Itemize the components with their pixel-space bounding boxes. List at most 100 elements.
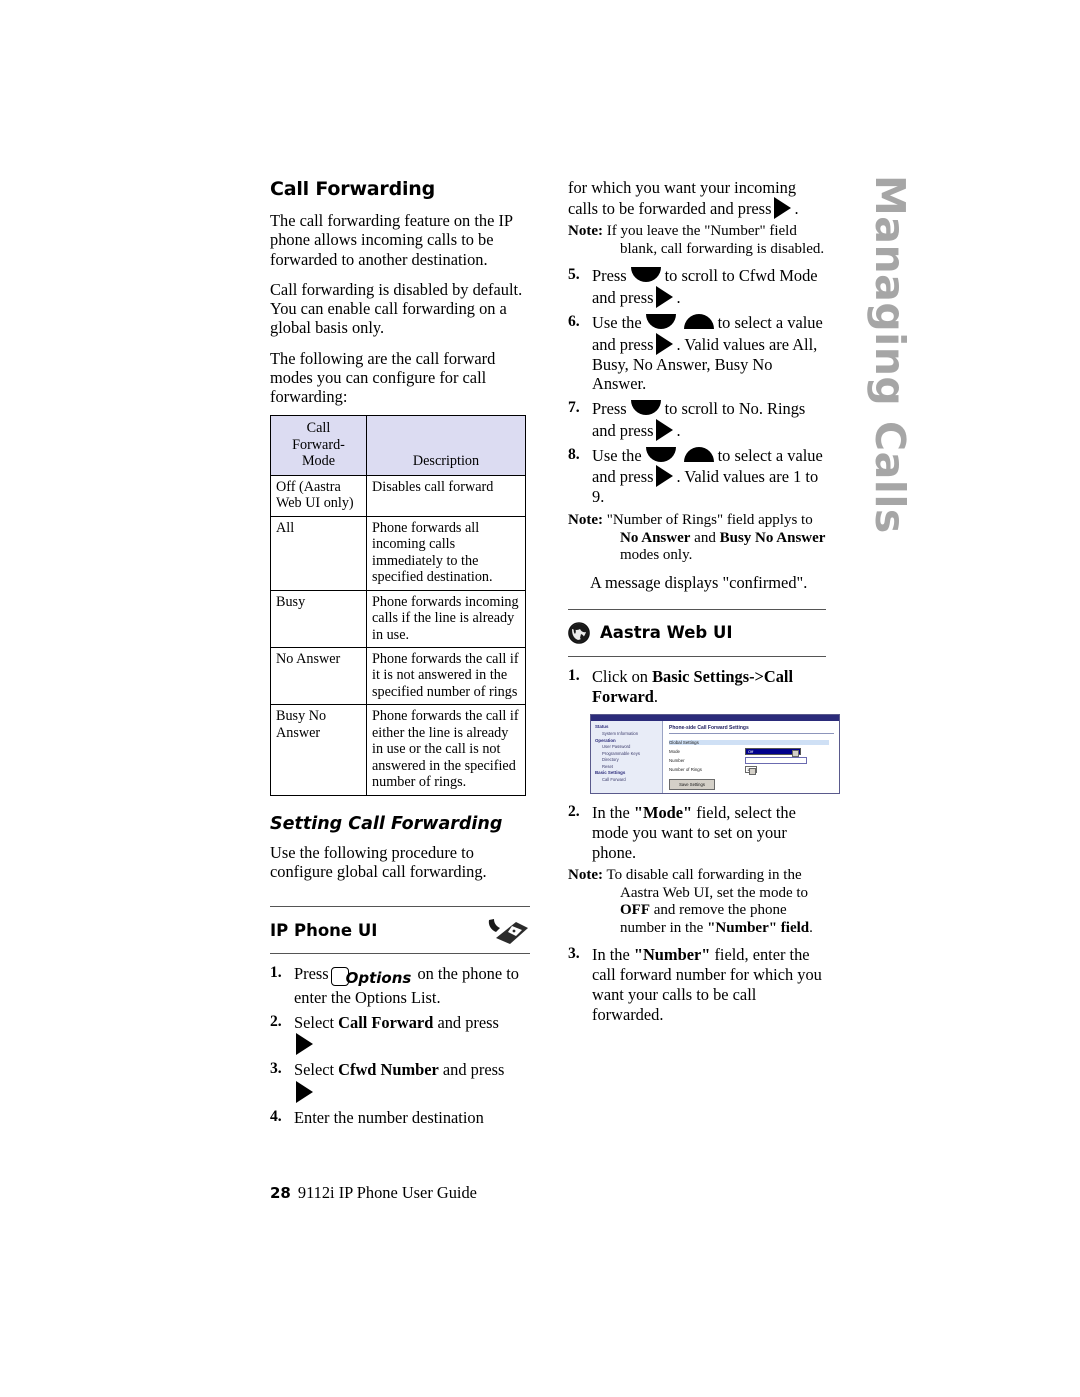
web-step-3: 3. In the "Number" field, enter the call… bbox=[568, 945, 826, 1024]
webui-sidebar: Status System Information Operation User… bbox=[591, 721, 663, 794]
step-8: 8. Use the to select a value and press. V… bbox=[568, 446, 826, 507]
ip-phone-ui-steps-continued: 5. Press to scroll to Cfwd Mode and press… bbox=[568, 266, 826, 507]
confirmation-message: A message displays "confirmed". bbox=[590, 572, 808, 592]
webui-main-panel: Phone-side Call Forward Settings Global … bbox=[664, 721, 839, 793]
options-key-glyph: Options bbox=[330, 967, 412, 988]
step-3: 3. Select Cfwd Number and press bbox=[270, 1060, 530, 1104]
header-line-3: Mode bbox=[301, 453, 336, 470]
table-row: All Phone forwards all incoming calls im… bbox=[270, 515, 526, 591]
step-text-1: Press bbox=[592, 399, 627, 419]
step-4: 4. Enter the number destination bbox=[270, 1108, 530, 1128]
ip-phone-ui-header: IP Phone UI bbox=[270, 907, 530, 953]
note-text-pre: To disable call forwarding in the Aastra… bbox=[606, 867, 809, 901]
note-bold-1: No Answer bbox=[620, 529, 691, 546]
intro-paragraph-2: Call forwarding is disabled by default. … bbox=[270, 279, 523, 338]
aastra-web-ui-steps: 1. Click on Basic Settings->Call Forward… bbox=[568, 667, 826, 706]
cell-description: Disables call forward bbox=[366, 474, 526, 517]
step-2: 2. Select Call Forward and press bbox=[270, 1013, 530, 1056]
webui-label-number-of-rings: Number of Rings bbox=[669, 767, 702, 773]
sidebar-group-basic-settings: Basic Settings bbox=[595, 770, 626, 776]
note-bold-1: OFF bbox=[620, 902, 650, 919]
chapter-tab: Managing Calls bbox=[866, 175, 914, 534]
note-bold-2: Busy No Answer bbox=[719, 529, 826, 546]
aastra-web-ui-steps-continued: 2. In the "Mode" field, select the mode … bbox=[568, 803, 826, 862]
step-bold-term: "Mode" bbox=[633, 803, 693, 823]
step-number: 1. bbox=[270, 964, 282, 982]
aastra-web-ui-header: Aastra Web UI bbox=[568, 610, 826, 656]
webui-label-mode: Mode bbox=[669, 749, 680, 755]
note-3: Note: To disable call forwarding in the … bbox=[568, 867, 826, 937]
webui-input-number[interactable] bbox=[745, 757, 807, 765]
note-text-post: . bbox=[809, 919, 813, 936]
options-key-label: Options bbox=[345, 969, 412, 988]
webui-row-mode: Mode Off bbox=[669, 747, 834, 757]
right-column: for which you want your incoming calls t… bbox=[568, 178, 840, 1029]
note-2: Note: "Number of Rings" field applys to … bbox=[568, 512, 826, 565]
step-7: 7. Press to scroll to No. Rings and press… bbox=[568, 399, 826, 441]
step-text-post: and press bbox=[437, 1012, 499, 1032]
step-number: 2. bbox=[270, 1012, 282, 1030]
right-arrow-key-icon bbox=[656, 418, 674, 441]
webui-panel-title: Phone-side Call Forward Settings bbox=[669, 725, 834, 735]
sidebar-item-call-forward[interactable]: Call Forward bbox=[595, 777, 660, 784]
right-arrow-key-icon bbox=[774, 197, 792, 220]
divider-bottom bbox=[270, 953, 530, 955]
table-header-row: Call Forward- Mode Description bbox=[270, 415, 526, 476]
table-header-mode: Call Forward- Mode bbox=[270, 415, 367, 476]
down-arrow-key-icon bbox=[645, 314, 676, 330]
table-row: Busy No Answer Phone forwards the call i… bbox=[270, 704, 526, 796]
footer-title: 9112i IP Phone User Guide bbox=[297, 1183, 477, 1202]
right-arrow-key-icon bbox=[656, 332, 674, 355]
step-text-post: and press bbox=[442, 1060, 505, 1080]
step-number: 4. bbox=[270, 1108, 282, 1126]
webui-label-global-settings: Global Settings bbox=[669, 740, 829, 746]
procedure-intro: Use the following procedure to configure… bbox=[270, 842, 487, 882]
webui-select-number-of-rings[interactable]: 1 bbox=[745, 766, 757, 775]
step-number: 3. bbox=[568, 945, 580, 963]
cell-mode: Busy bbox=[270, 589, 367, 649]
step-text-pre: In the bbox=[592, 803, 634, 823]
page-number: 28 bbox=[270, 1184, 291, 1202]
cell-mode: Off (Aastra Web UI only) bbox=[270, 474, 367, 517]
cell-description: Phone forwards incoming calls if the lin… bbox=[366, 589, 526, 649]
note-text-mid: and bbox=[690, 529, 720, 546]
note-bold-2: "Number" field bbox=[707, 919, 810, 936]
step-number: 2. bbox=[568, 803, 580, 821]
table-row: No Answer Phone forwards the call if it … bbox=[270, 647, 526, 706]
left-column: Call Forwarding The call forwarding feat… bbox=[270, 178, 530, 1133]
globe-icon bbox=[568, 622, 590, 644]
intro-paragraph-1: The call forwarding feature on the IP ph… bbox=[270, 211, 513, 269]
header-line-2: Forward- bbox=[292, 436, 345, 453]
down-arrow-key-icon bbox=[645, 446, 676, 462]
table-row: Busy Phone forwards incoming calls if th… bbox=[270, 589, 526, 649]
cell-description: Phone forwards the call if either the li… bbox=[366, 704, 526, 796]
step-5: 5. Press to scroll to Cfwd Mode and press… bbox=[568, 266, 826, 309]
note-label: Note: bbox=[568, 223, 603, 240]
web-step-2: 2. In the "Mode" field, select the mode … bbox=[568, 803, 826, 862]
step-text-1: Use the bbox=[592, 445, 642, 465]
cell-description: Phone forwards all incoming calls immedi… bbox=[366, 515, 526, 591]
aastra-web-ui-label: Aastra Web UI bbox=[600, 623, 733, 643]
step-bold-term: Call Forward bbox=[338, 1012, 434, 1032]
step-text-pre: Click on bbox=[592, 666, 653, 686]
step-text-pre: In the bbox=[592, 945, 634, 965]
ip-phone-ui-label: IP Phone UI bbox=[270, 920, 378, 940]
cell-mode: No Answer bbox=[270, 647, 367, 706]
step-text-pre: Select bbox=[294, 1060, 335, 1080]
step-bold-term: Cfwd Number bbox=[338, 1060, 439, 1080]
ip-phone-ui-steps: 1. Press Options on the phone to enter th… bbox=[270, 964, 530, 1127]
intro-paragraph-3: The following are the call forward modes… bbox=[270, 348, 496, 407]
step-text-post: . bbox=[653, 686, 659, 706]
step-tail: . bbox=[676, 420, 681, 440]
webui-select-mode[interactable]: Off bbox=[745, 748, 801, 757]
sidebar-group-status: Status bbox=[595, 724, 609, 730]
sidebar-group-operation: Operation bbox=[595, 737, 616, 743]
step-text-pre: Select bbox=[294, 1012, 335, 1032]
continued-text: for which you want your incoming calls t… bbox=[568, 178, 797, 219]
divider-bottom-web bbox=[568, 655, 826, 657]
desk-phone-icon bbox=[486, 914, 530, 946]
note-1: Note: If you leave the "Number" field bl… bbox=[568, 223, 826, 258]
subsection-title: Setting Call Forwarding bbox=[270, 813, 503, 834]
webui-save-settings-button[interactable]: Save Settings bbox=[669, 779, 715, 791]
aastra-web-ui-steps-last: 3. In the "Number" field, enter the call… bbox=[568, 945, 826, 1024]
